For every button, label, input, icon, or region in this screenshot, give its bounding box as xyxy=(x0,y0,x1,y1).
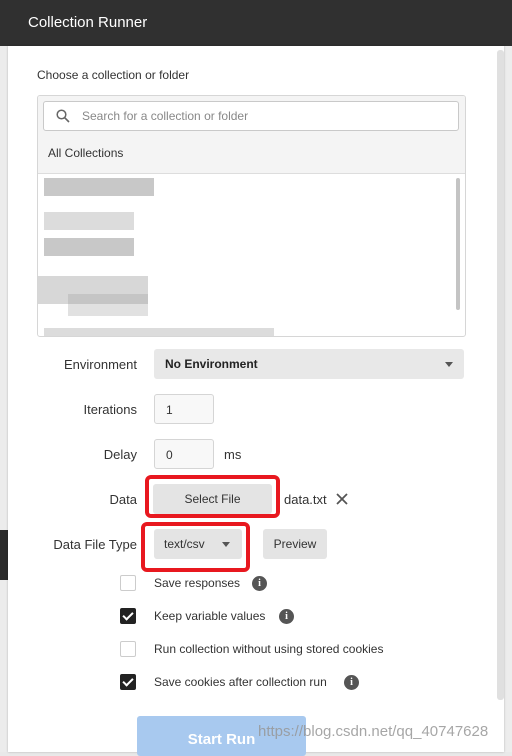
data-file-type-label: Data File Type xyxy=(53,537,137,552)
no-cookies-checkbox[interactable] xyxy=(120,641,136,657)
info-icon[interactable]: i xyxy=(279,609,294,624)
collection-list-header: All Collections xyxy=(38,96,465,174)
info-icon[interactable]: i xyxy=(252,576,267,591)
keep-variable-values-label: Keep variable values xyxy=(154,609,266,623)
collection-list-scrollbar[interactable] xyxy=(456,178,460,310)
delay-label: Delay xyxy=(103,447,137,462)
watermark: https://blog.csdn.net/qq_40747628 xyxy=(258,723,489,740)
data-label: Data xyxy=(109,492,137,507)
window-titlebar: Collection Runner xyxy=(0,0,512,46)
save-cookies-checkbox[interactable] xyxy=(120,674,136,690)
keep-variable-values-checkbox[interactable] xyxy=(120,608,136,624)
delay-unit: ms xyxy=(224,447,242,462)
search-input[interactable] xyxy=(80,104,454,128)
collection-item-redacted[interactable] xyxy=(44,178,154,196)
no-cookies-label: Run collection without using stored cook… xyxy=(154,642,384,656)
save-responses-label: Save responses xyxy=(154,576,241,590)
search-icon xyxy=(56,109,70,123)
save-cookies-label: Save cookies after collection run xyxy=(154,675,327,689)
environment-select[interactable]: No Environment xyxy=(154,349,464,379)
environment-value: No Environment xyxy=(165,357,258,371)
collection-list: All Collections xyxy=(37,95,466,337)
highlight-box-file-type xyxy=(141,522,250,572)
delay-value: 0 xyxy=(166,448,173,462)
all-collections-item[interactable]: All Collections xyxy=(48,146,123,160)
info-icon[interactable]: i xyxy=(344,675,359,690)
collection-label: Choose a collection or folder xyxy=(37,68,190,82)
collection-item-redacted[interactable] xyxy=(68,294,148,316)
collection-item-redacted[interactable] xyxy=(44,238,134,256)
close-icon[interactable] xyxy=(336,493,348,505)
preview-label: Preview xyxy=(273,537,317,551)
panel-scrollbar[interactable] xyxy=(497,50,504,700)
window-title: Collection Runner xyxy=(28,14,148,31)
collection-item-redacted[interactable] xyxy=(44,212,134,230)
iterations-input[interactable]: 1 xyxy=(154,394,214,424)
save-responses-checkbox[interactable] xyxy=(120,575,136,591)
environment-label: Environment xyxy=(64,357,137,372)
chevron-down-icon xyxy=(445,362,453,367)
delay-input[interactable]: 0 xyxy=(154,439,214,469)
collection-search[interactable] xyxy=(43,101,459,131)
background-strip-right xyxy=(504,46,512,752)
iterations-value: 1 xyxy=(166,403,173,417)
background-strip xyxy=(0,46,8,752)
iterations-label: Iterations xyxy=(83,402,137,417)
collection-item-redacted[interactable] xyxy=(44,328,274,336)
preview-button[interactable]: Preview xyxy=(263,529,327,559)
highlight-box-select-file xyxy=(145,475,280,518)
data-filename: data.txt xyxy=(284,492,327,507)
